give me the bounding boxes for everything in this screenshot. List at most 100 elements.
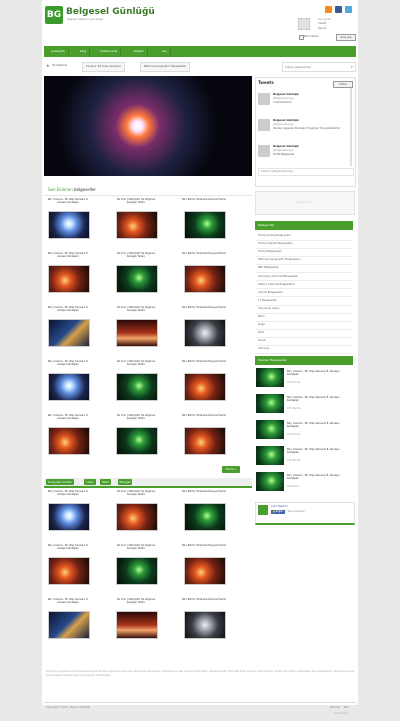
facebook-title[interactable]: Arım Tasarım [271, 505, 288, 508]
category-item[interactable]: Teknoloji [255, 345, 352, 355]
latest-item-thumbnail[interactable] [184, 211, 226, 239]
latest-item-title[interactable]: Da Vinci | Aftermath Tip Doğance Gerçeği… [114, 252, 158, 259]
latest-item-thumbnail[interactable] [116, 211, 158, 239]
latest-item-title[interactable]: NG | Bilimin Ta Kendisi Denyesi Ölümü [182, 252, 226, 256]
latest-item-title[interactable]: Da Vinci | Aftermath Tip Doğance Gerçeği… [114, 306, 158, 313]
latest-item-title[interactable]: NG | Bilimin Ta Kendisi Denyesi Ölümü [182, 306, 226, 310]
filtered-item-title[interactable]: NG | Cosmos - Bir Uzay Serüveni 8. Güneş… [46, 598, 90, 605]
facebook-like-button[interactable]: 👍Beğen [271, 510, 285, 514]
featured-slider[interactable] [44, 76, 252, 176]
twitter-icon[interactable] [345, 6, 352, 13]
popular-thumbnail[interactable] [256, 472, 284, 491]
filtered-item-title[interactable]: NG | Cosmos - Bir Uzay Serüveni 8. Güneş… [46, 490, 90, 497]
filtered-item-thumbnail[interactable] [184, 557, 226, 585]
popular-title[interactable]: NG | Cosmos - Bir Uzay Serüveni 8. Güneş… [287, 474, 351, 480]
facebook-icon[interactable] [335, 6, 342, 13]
latest-item-thumbnail[interactable] [184, 319, 226, 347]
latest-item-thumbnail[interactable] [184, 427, 226, 455]
filtered-item-thumbnail[interactable] [48, 611, 90, 639]
nav-item-1[interactable]: blog [77, 47, 91, 56]
tweet-avatar[interactable] [258, 93, 270, 105]
filtered-item-title[interactable]: NG | Bilimin Ta Kendisi Denyesi Ölümü [182, 490, 226, 494]
tweet-author[interactable]: Belgesel Günlüğü [273, 145, 299, 148]
latest-item-title[interactable]: Da Vinci | Aftermath Tip Doğance Gerçeği… [114, 414, 158, 421]
login-button[interactable]: Giriş yap [336, 34, 356, 41]
latest-item-thumbnail[interactable] [48, 319, 90, 347]
filter-tab-1[interactable]: Uzay [84, 479, 96, 485]
filtered-item-title[interactable]: Da Vinci | Aftermath Tip Doğance Gerçeği… [114, 544, 158, 551]
filter-bar [44, 478, 252, 488]
latest-item-thumbnail[interactable] [48, 373, 90, 401]
site-logo[interactable]: BG [45, 6, 63, 24]
popular-title[interactable]: NG | Cosmos - Bir Uzay Serüveni 8. Güneş… [287, 448, 351, 454]
tweet-avatar[interactable] [258, 119, 270, 131]
search-icon[interactable]: ⌕ [351, 64, 353, 69]
tweet-author[interactable]: Belgesel Günlüğü [273, 119, 299, 122]
breadcrumb-home[interactable]: Ük Yükleme [52, 64, 67, 67]
rss-icon[interactable] [325, 6, 332, 13]
popular-title[interactable]: NG | Cosmos - Bir Uzay Serüveni 8. Güneş… [287, 422, 351, 428]
latest-item-thumbnail[interactable] [116, 427, 158, 455]
latest-item-title[interactable]: NG | Cosmos - Bir Uzay Serüveni 8. Güneş… [46, 306, 90, 313]
popular-thumbnail[interactable] [256, 420, 284, 439]
filtered-item-title[interactable]: NG | Bilimin Ta Kendisi Denyesi Ölümü [182, 598, 226, 602]
search-input[interactable] [283, 63, 349, 71]
popular-title[interactable]: NG | Cosmos - Bir Uzay Serüveni 8. Güneş… [287, 396, 351, 402]
latest-item-thumbnail[interactable] [116, 265, 158, 293]
site-title[interactable]: Belgesel Günlüğü [66, 7, 155, 17]
filter-tab-3[interactable]: Mangal [117, 479, 133, 485]
filtered-item-thumbnail[interactable] [116, 503, 158, 531]
nav-item-0[interactable]: anasayfa [48, 47, 69, 56]
tweet-author[interactable]: Belgesel Günlüğü [273, 93, 299, 96]
filtered-item-thumbnail[interactable] [184, 611, 226, 639]
latest-item-title[interactable]: NG | Cosmos - Bir Uzay Serüveni 8. Güneş… [46, 252, 90, 259]
tweet-compose[interactable]: Tweet to @BelgeselGunlugu [258, 168, 354, 176]
search-field[interactable]: ⌕ [282, 62, 356, 72]
popular-thumbnail[interactable] [256, 394, 284, 413]
filter-tab-2[interactable]: Tarih [100, 479, 112, 485]
footer-link-1[interactable]: RSS [344, 706, 349, 709]
latest-item-title[interactable]: NG | Cosmos - Bir Uzay Serüveni 8. Güneş… [46, 414, 90, 421]
latest-item-thumbnail[interactable] [184, 373, 226, 401]
tweet-avatar[interactable] [258, 145, 270, 157]
nav-item-2[interactable]: hakkımızda [97, 47, 122, 56]
latest-item-thumbnail[interactable] [48, 211, 90, 239]
popular-title[interactable]: NG | Cosmos - Bir Uzay Serüveni 8. Güneş… [287, 370, 351, 376]
tweets-scrollbar[interactable] [350, 88, 352, 166]
filtered-item-title[interactable]: NG | Cosmos - Bir Uzay Serüveni 8. Güneş… [46, 544, 90, 551]
footer-link-0[interactable]: Sitemap [330, 706, 340, 709]
latest-item-thumbnail[interactable] [48, 427, 90, 455]
popular-thumbnail[interactable] [256, 368, 284, 387]
latest-item-title[interactable]: NG | Bilimin Ta Kendisi Denyesi Ölümü [182, 414, 226, 418]
nav-item-3[interactable]: iletişim [130, 47, 149, 56]
filtered-item-thumbnail[interactable] [184, 503, 226, 531]
latest-more-button[interactable]: Tümü » [222, 466, 240, 473]
breadcrumb-item-0[interactable]: Cosmos: Bir Uzay Serüveni [82, 62, 125, 72]
breadcrumb-item-1[interactable]: National Geographic Belgeselleri [139, 62, 191, 72]
facebook-avatar[interactable] [258, 505, 268, 515]
filter-tab-0[interactable]: Kurgusal Anıtlar [46, 479, 74, 485]
latest-item-title[interactable]: NG | Bilimin Ta Kendisi Denyesi Ölümü [182, 198, 226, 202]
filtered-item-title[interactable]: Da Vinci | Aftermath Tip Doğance Gerçeği… [114, 598, 158, 605]
filtered-item-thumbnail[interactable] [48, 503, 90, 531]
latest-item-title[interactable]: NG | Cosmos - Bir Uzay Serüveni 8. Güneş… [46, 360, 90, 367]
latest-item-title[interactable]: Da Vinci | Aftermath Tip Doğance Gerçeği… [114, 360, 158, 367]
filtered-item-thumbnail[interactable] [116, 611, 158, 639]
filtered-item-thumbnail[interactable] [48, 557, 90, 585]
latest-item-title[interactable]: Da Vinci | Aftermath Tip Doğance Gerçeği… [114, 198, 158, 205]
latest-item-title[interactable]: NG | Cosmos - Bir Uzay Serüveni 8. Güneş… [46, 198, 90, 205]
latest-item-title[interactable]: NG | Bilimin Ta Kendisi Denyesi Ölümü [182, 360, 226, 364]
register-link[interactable]: Üye Ol [318, 27, 326, 30]
filtered-item-title[interactable]: NG | Bilimin Ta Kendisi Denyesi Ölümü [182, 544, 226, 548]
latest-item-thumbnail[interactable] [116, 319, 158, 347]
latest-item-thumbnail[interactable] [184, 265, 226, 293]
popular-thumbnail[interactable] [256, 446, 284, 465]
filtered-item-title[interactable]: Da Vinci | Aftermath Tip Doğance Gerçeği… [114, 490, 158, 497]
filtered-item-thumbnail[interactable] [116, 557, 158, 585]
latest-item-thumbnail[interactable] [48, 265, 90, 293]
home-icon[interactable]: ★ [46, 64, 50, 68]
footer-credit[interactable]: Arım Tasarım [334, 712, 349, 715]
nav-item-4[interactable]: sss [159, 47, 171, 56]
latest-item-thumbnail[interactable] [116, 373, 158, 401]
tweets-follow-button[interactable]: Follow [333, 81, 353, 88]
